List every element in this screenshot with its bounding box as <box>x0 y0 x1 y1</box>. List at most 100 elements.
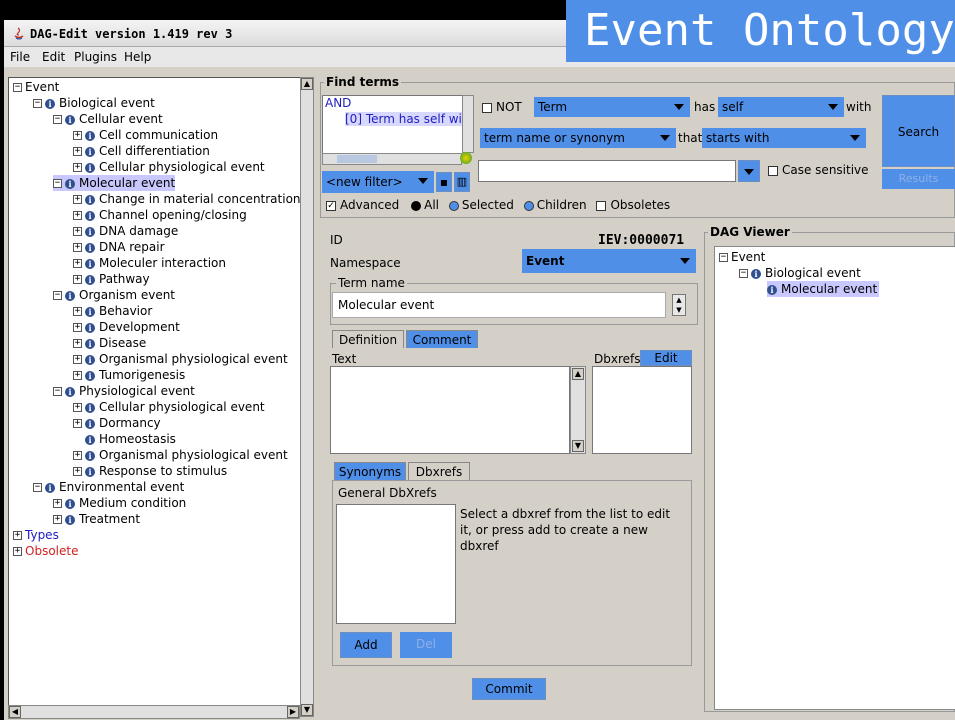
operator-combo[interactable]: starts with <box>702 128 866 148</box>
tab-comment[interactable]: Comment <box>406 330 478 348</box>
commit-button[interactable]: Commit <box>472 678 546 700</box>
edit-button[interactable]: Edit <box>640 350 692 366</box>
tree-item[interactable]: − i Environmental event <box>33 479 184 495</box>
expand-icon[interactable]: + <box>73 147 82 156</box>
search-button[interactable]: Search <box>882 95 955 167</box>
field-combo[interactable]: term name or synonym <box>480 128 676 148</box>
add-button[interactable]: Add <box>340 632 392 658</box>
tree-item[interactable]: − i Organism event <box>53 287 175 303</box>
namespace-combo[interactable]: Event <box>522 249 696 273</box>
tree-item[interactable]: + i Cellular physiological event <box>73 399 265 415</box>
all-radio[interactable] <box>411 200 422 211</box>
term-name-field[interactable]: Molecular event <box>332 292 666 318</box>
expand-icon[interactable]: + <box>73 371 82 380</box>
menu-edit[interactable]: Edit <box>42 50 65 64</box>
tree-item[interactable]: + i Cellular physiological event <box>73 159 265 175</box>
tree-item[interactable]: + i Organismal physiological event <box>73 351 288 367</box>
case-sensitive-checkbox[interactable]: Case sensitive <box>768 163 869 177</box>
collapse-icon[interactable]: − <box>53 291 62 300</box>
def-scroll-up-icon[interactable]: ▲ <box>572 368 584 380</box>
collapse-icon[interactable]: − <box>33 483 42 492</box>
tree-item[interactable]: + Types <box>13 527 59 543</box>
collapse-icon[interactable]: − <box>53 179 62 188</box>
tree-item[interactable]: + i Moleculer interaction <box>73 255 226 271</box>
menu-help[interactable]: Help <box>124 50 151 64</box>
tree-item[interactable]: + i Change in material concentration <box>73 191 301 207</box>
advanced-checkbox[interactable]: ✓ <box>326 200 336 211</box>
search-input[interactable] <box>478 160 736 182</box>
tree-item[interactable]: + i Development <box>73 319 180 335</box>
tree-item[interactable]: + i Medium condition <box>53 495 186 511</box>
expand-icon[interactable]: + <box>73 403 82 412</box>
trash-icon[interactable]: ▥ <box>454 172 470 192</box>
scroll-left-icon[interactable]: ◀ <box>9 706 21 718</box>
tree-item[interactable]: + i Disease <box>73 335 146 351</box>
expand-icon[interactable]: + <box>73 467 82 476</box>
definition-text-area[interactable] <box>330 366 570 454</box>
obsoletes-checkbox[interactable] <box>596 200 607 211</box>
children-radio[interactable] <box>523 200 534 211</box>
filter-tree[interactable]: AND [0] Term has self with <box>322 95 464 155</box>
expand-icon[interactable]: + <box>73 259 82 268</box>
tree-item[interactable]: − Event <box>13 79 59 95</box>
tree-vertical-scrollbar[interactable]: ▲ ▼ <box>300 77 314 717</box>
dag-node-root[interactable]: − Event <box>719 249 765 265</box>
results-button[interactable]: Results <box>882 169 955 189</box>
palette-icon[interactable] <box>460 152 472 164</box>
collapse-icon[interactable]: − <box>53 387 62 396</box>
general-dbxrefs-list[interactable] <box>336 504 456 624</box>
tree-horizontal-scrollbar[interactable]: ◀ ▶ <box>8 705 300 719</box>
expand-icon[interactable]: + <box>73 323 82 332</box>
expand-icon[interactable]: + <box>73 451 82 460</box>
tree-item[interactable]: + i Response to stimulus <box>73 463 227 479</box>
expand-icon[interactable]: + <box>73 211 82 220</box>
dag-viewer-canvas[interactable]: − Event − i Biological event i Molecular eve… <box>714 246 955 710</box>
scroll-up-icon[interactable]: ▲ <box>301 78 313 90</box>
expand-icon[interactable]: + <box>73 227 82 236</box>
tree-item[interactable]: + i Tumorigenesis <box>73 367 185 383</box>
tab-definition[interactable]: Definition <box>332 330 404 348</box>
new-filter-dropdown[interactable]: <new filter> <box>322 171 434 193</box>
tree-item[interactable]: − i Physiological event <box>53 383 195 399</box>
expand-icon[interactable]: + <box>73 131 82 140</box>
ontology-tree[interactable]: − Event − i Biological event − i Cellular event… <box>8 77 302 707</box>
expand-icon[interactable]: + <box>73 419 82 428</box>
tree-item[interactable]: + i Behavior <box>73 303 152 319</box>
dag-node-child[interactable]: − i Biological event <box>739 265 861 281</box>
tree-item[interactable]: + i Dormancy <box>73 415 161 431</box>
menu-file[interactable]: File <box>10 50 30 64</box>
menu-plugins[interactable]: Plugins <box>74 50 117 64</box>
not-checkbox[interactable]: NOT <box>482 100 522 114</box>
expand-icon[interactable]: + <box>73 195 82 204</box>
tree-item[interactable]: − i Molecular event <box>53 175 176 191</box>
filter-root[interactable]: AND <box>325 96 351 110</box>
scroll-down-icon[interactable]: ▼ <box>301 704 313 716</box>
filter-hscroll[interactable] <box>322 153 462 165</box>
filter-vscroll[interactable] <box>462 95 474 153</box>
collapse-icon[interactable]: − <box>33 99 42 108</box>
tab-dbxrefs[interactable]: Dbxrefs <box>408 462 470 480</box>
tree-item[interactable]: + i DNA damage <box>73 223 178 239</box>
tree-item[interactable]: + i Organismal physiological event <box>73 447 288 463</box>
save-filter-icon[interactable]: ▪ <box>436 172 452 192</box>
term-name-spinner[interactable]: ▲ ▼ <box>672 294 686 316</box>
def-scroll-down-icon[interactable]: ▼ <box>572 440 584 452</box>
collapse-icon[interactable]: − <box>53 115 62 124</box>
self-combo[interactable]: self <box>718 97 844 117</box>
expand-icon[interactable]: + <box>13 531 22 540</box>
dag-node-leaf[interactable]: i Molecular event <box>767 281 880 297</box>
tree-item[interactable]: i Homeostasis <box>73 431 176 447</box>
filter-item[interactable]: [0] Term has self with <box>345 112 463 126</box>
expand-icon[interactable]: + <box>73 307 82 316</box>
tab-synonyms[interactable]: Synonyms <box>334 462 406 480</box>
tree-item[interactable]: + i Pathway <box>73 271 150 287</box>
tree-item[interactable]: + i Cell differentiation <box>73 143 210 159</box>
scroll-right-icon[interactable]: ▶ <box>287 706 299 718</box>
expand-icon[interactable]: + <box>13 547 22 556</box>
selected-radio[interactable] <box>448 200 459 211</box>
tree-item[interactable]: − i Cellular event <box>53 111 163 127</box>
expand-icon[interactable]: + <box>73 243 82 252</box>
collapse-icon[interactable]: − <box>719 253 728 262</box>
expand-icon[interactable]: + <box>53 499 62 508</box>
term-combo[interactable]: Term <box>534 97 690 117</box>
